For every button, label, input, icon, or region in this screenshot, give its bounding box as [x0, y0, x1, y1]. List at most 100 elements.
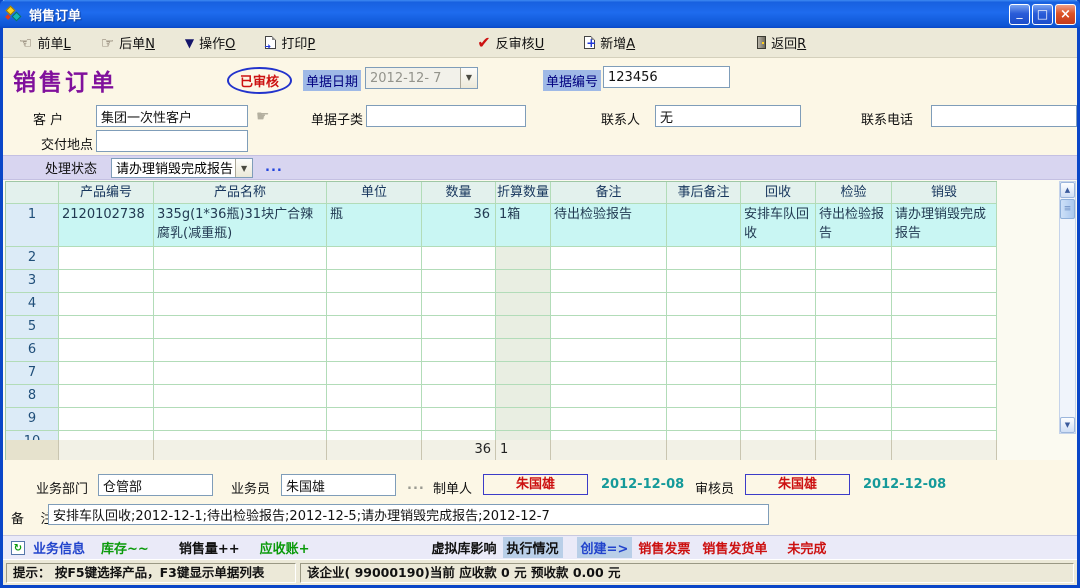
chevron-down-icon[interactable]: ▼ — [460, 68, 477, 88]
grid-cell[interactable] — [154, 247, 327, 270]
grid-cell[interactable] — [551, 270, 667, 293]
contact-input[interactable] — [655, 105, 801, 127]
grid-cell[interactable] — [816, 385, 892, 408]
refresh-icon[interactable]: ↻ — [11, 541, 25, 555]
operate-button[interactable]: ▼操作O — [179, 31, 241, 54]
grid-cell[interactable] — [154, 431, 327, 440]
grid-cell[interactable] — [59, 316, 154, 339]
grid-cell[interactable] — [327, 270, 422, 293]
grid-cell[interactable] — [496, 431, 551, 440]
unaudit-button[interactable]: ✔反审核U — [471, 31, 550, 54]
row-number-cell[interactable]: 4 — [6, 293, 59, 316]
row-number-cell[interactable]: 2 — [6, 247, 59, 270]
grid-cell[interactable] — [741, 385, 816, 408]
vertical-scrollbar[interactable]: ▲ ▼ — [1059, 181, 1076, 434]
grid-cell[interactable] — [741, 339, 816, 362]
grid-cell[interactable] — [741, 431, 816, 440]
grid-cell[interactable] — [327, 362, 422, 385]
grid-cell[interactable] — [551, 316, 667, 339]
grid-cell[interactable] — [496, 339, 551, 362]
grid-cell[interactable] — [892, 270, 997, 293]
grid-cell[interactable] — [422, 247, 496, 270]
grid-cell[interactable]: 安排车队回收 — [741, 204, 816, 247]
grid-cell[interactable] — [422, 408, 496, 431]
grid-cell[interactable]: 1箱 — [496, 204, 551, 247]
grid-cell[interactable] — [816, 339, 892, 362]
new-doc-button[interactable]: 新增A — [578, 31, 641, 54]
grid-cell[interactable] — [667, 270, 741, 293]
grid-cell[interactable] — [741, 408, 816, 431]
grid-cell[interactable] — [667, 431, 741, 440]
grid-cell[interactable] — [422, 362, 496, 385]
grid-cell[interactable] — [59, 339, 154, 362]
grid-cell[interactable]: 2120102738 — [59, 204, 154, 247]
create-button[interactable]: 创建=> — [577, 537, 633, 558]
row-number-cell[interactable]: 7 — [6, 362, 59, 385]
grid-cell[interactable] — [816, 316, 892, 339]
grid-cell[interactable]: 待出检验报告 — [551, 204, 667, 247]
scrollbar-thumb[interactable] — [1060, 199, 1075, 219]
next-doc-button[interactable]: ☞后单N — [95, 31, 161, 54]
print-button[interactable]: 打印P — [259, 31, 321, 54]
grid-cell[interactable] — [422, 270, 496, 293]
grid-cell[interactable] — [496, 408, 551, 431]
doc-date-combobox[interactable]: 2012-12- 7 ▼ — [365, 67, 478, 89]
row-number-cell[interactable]: 9 — [6, 408, 59, 431]
grid-cell[interactable] — [59, 293, 154, 316]
grid-cell[interactable] — [59, 385, 154, 408]
grid-cell[interactable]: 待出检验报告 — [816, 204, 892, 247]
grid-cell[interactable] — [892, 339, 997, 362]
grid-cell[interactable] — [551, 362, 667, 385]
chevron-down-icon[interactable]: ▼ — [235, 159, 252, 177]
grid-cell[interactable] — [551, 247, 667, 270]
grid-cell[interactable] — [892, 247, 997, 270]
grid-cell[interactable] — [327, 247, 422, 270]
execution-status-button[interactable]: 执行情况 — [503, 537, 563, 558]
grid-cell[interactable]: 请办理销毁完成报告 — [892, 204, 997, 247]
grid-cell[interactable] — [154, 270, 327, 293]
receivable-indicator[interactable]: 应收账+ — [260, 538, 310, 557]
grid-cell[interactable] — [422, 293, 496, 316]
grid-cell[interactable] — [667, 339, 741, 362]
grid-cell[interactable] — [327, 408, 422, 431]
grid-cell[interactable] — [496, 362, 551, 385]
grid-cell[interactable] — [422, 339, 496, 362]
maximize-button[interactable]: □ — [1032, 4, 1053, 25]
grid-cell[interactable] — [496, 385, 551, 408]
grid-cell[interactable] — [154, 339, 327, 362]
grid-cell[interactable] — [327, 293, 422, 316]
salesman-more-button[interactable]: ... — [407, 478, 425, 493]
remark-input[interactable] — [48, 504, 769, 525]
grid-cell[interactable] — [59, 362, 154, 385]
grid-cell[interactable] — [422, 316, 496, 339]
stock-indicator[interactable]: 库存~~ — [101, 538, 149, 557]
grid-cell[interactable] — [551, 431, 667, 440]
grid-cell[interactable] — [741, 362, 816, 385]
scroll-down-button[interactable]: ▼ — [1060, 417, 1075, 433]
status-more-button[interactable]: ... — [265, 160, 283, 175]
customer-input[interactable] — [96, 105, 248, 127]
grid-cell[interactable] — [327, 339, 422, 362]
grid-cell[interactable] — [154, 293, 327, 316]
grid-cell[interactable] — [422, 431, 496, 440]
grid-cell[interactable] — [422, 385, 496, 408]
grid-cell[interactable] — [667, 362, 741, 385]
grid-cell[interactable] — [59, 247, 154, 270]
grid-cell[interactable] — [667, 408, 741, 431]
delivery-place-input[interactable] — [96, 130, 248, 152]
grid-cell[interactable] — [816, 362, 892, 385]
grid-cell[interactable] — [741, 316, 816, 339]
row-number-cell[interactable]: 8 — [6, 385, 59, 408]
grid-cell[interactable] — [892, 362, 997, 385]
salesman-input[interactable] — [281, 474, 396, 496]
grid-cell[interactable] — [816, 247, 892, 270]
row-number-cell[interactable]: 1 — [6, 204, 59, 247]
grid-cell[interactable] — [551, 293, 667, 316]
grid-cell[interactable] — [154, 385, 327, 408]
grid-cell[interactable] — [551, 385, 667, 408]
grid-cell[interactable] — [816, 270, 892, 293]
minimize-button[interactable]: _ — [1009, 4, 1030, 25]
grid-cell[interactable] — [327, 385, 422, 408]
processing-status-combobox[interactable]: 请办理销毁完成报告 ▼ — [111, 158, 253, 178]
grid-cell[interactable] — [667, 247, 741, 270]
